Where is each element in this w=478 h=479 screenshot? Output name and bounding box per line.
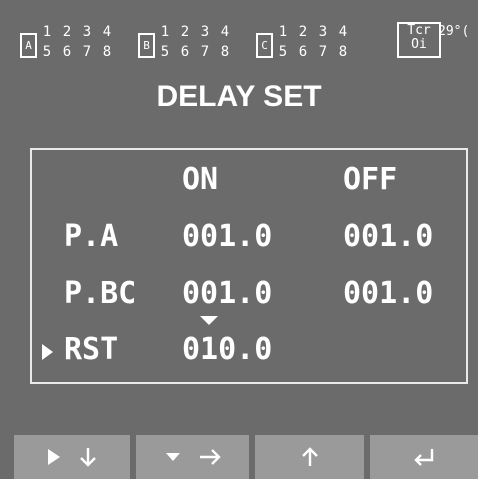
relay-8: 8 (102, 44, 112, 60)
relay-2: 2 (298, 24, 308, 40)
arrow-down-icon (80, 448, 96, 467)
group-label-b: B (138, 33, 155, 58)
relay-6: 6 (298, 44, 308, 60)
softkey-1[interactable] (14, 435, 130, 479)
relay-4: 4 (102, 24, 112, 40)
relay-group-a: A 1 2 3 4 5 6 7 8 (20, 20, 140, 66)
relay-8: 8 (220, 44, 230, 60)
tcr-indicator: Tcr Oi (397, 22, 441, 58)
softkey-2[interactable] (136, 435, 249, 479)
relay-5: 5 (42, 44, 52, 60)
edit-cursor-icon (200, 316, 218, 325)
relay-group-b: B 1 2 3 4 5 6 7 8 (138, 20, 258, 66)
relay-7: 7 (82, 44, 92, 60)
softkey-bar (0, 435, 478, 479)
relay-6: 6 (180, 44, 190, 60)
selection-pointer-icon (42, 344, 53, 360)
softkey-4[interactable] (370, 435, 478, 479)
relay-5: 5 (278, 44, 288, 60)
relay-1: 1 (160, 24, 170, 40)
row-label-rst: RST (64, 332, 119, 367)
row-label-pa: P.A (64, 219, 119, 254)
caret-down-icon (165, 453, 180, 461)
pa-off-value[interactable]: 001.0 (343, 219, 433, 255)
row-label-pbc: P.BC (64, 276, 137, 311)
relay-7: 7 (318, 44, 328, 60)
pbc-off-value[interactable]: 001.0 (343, 276, 433, 312)
group-label-c: C (256, 33, 273, 58)
relay-8: 8 (338, 44, 348, 60)
temperature-readout: 29°( (438, 24, 470, 39)
play-right-icon (48, 449, 60, 465)
softkey-3[interactable] (255, 435, 364, 479)
pa-on-value[interactable]: 001.0 (182, 219, 272, 255)
relay-1: 1 (278, 24, 288, 40)
relay-7: 7 (200, 44, 210, 60)
arrow-right-icon (199, 449, 221, 465)
page-title: DELAY SET (156, 80, 322, 113)
relay-group-c: C 1 2 3 4 5 6 7 8 (256, 20, 376, 66)
relay-3: 3 (200, 24, 210, 40)
relay-5: 5 (160, 44, 170, 60)
relay-4: 4 (338, 24, 348, 40)
tcr-label: Tcr (407, 23, 431, 38)
relay-4: 4 (220, 24, 230, 40)
rst-on-value[interactable]: 010.0 (182, 332, 272, 368)
arrow-up-icon (301, 447, 318, 466)
pbc-on-value[interactable]: 001.0 (182, 276, 272, 312)
device-screen: A 1 2 3 4 5 6 7 8 B 1 2 3 4 5 6 7 8 C 1 … (0, 0, 478, 479)
relay-6: 6 (62, 44, 72, 60)
column-header-off: OFF (343, 162, 398, 197)
tcr-sublabel: Oi (411, 37, 427, 52)
column-header-on: ON (182, 162, 219, 197)
relay-1: 1 (42, 24, 52, 40)
relay-2: 2 (180, 24, 190, 40)
group-label-a: A (20, 33, 37, 58)
relay-3: 3 (318, 24, 328, 40)
enter-icon (414, 449, 434, 466)
relay-2: 2 (62, 24, 72, 40)
relay-3: 3 (82, 24, 92, 40)
